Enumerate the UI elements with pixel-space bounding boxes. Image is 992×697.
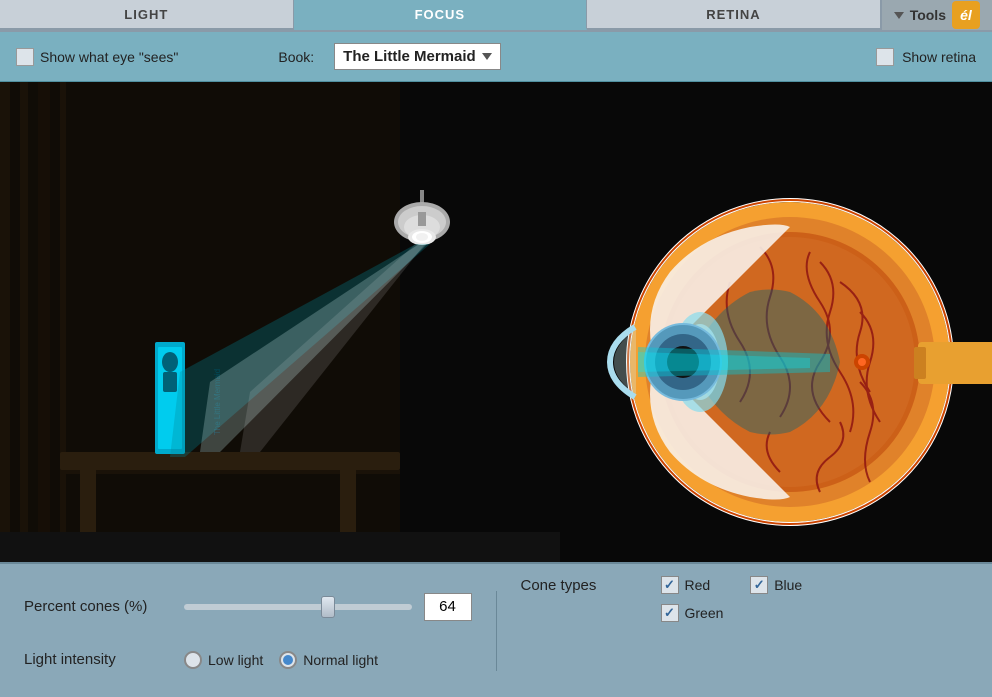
normal-light-radio-fill bbox=[283, 655, 293, 665]
book-value: The Little Mermaid bbox=[343, 48, 476, 65]
low-light-radio[interactable] bbox=[184, 651, 202, 669]
book-dropdown-arrow-icon bbox=[482, 53, 492, 60]
bottom-controls: Percent cones (%) 64 Light intensity bbox=[24, 576, 968, 685]
tools-dropdown-icon bbox=[894, 12, 904, 19]
percent-cones-slider-container bbox=[184, 597, 412, 617]
show-retina-text: Show retina bbox=[902, 49, 976, 65]
percent-cones-thumb[interactable] bbox=[321, 596, 335, 618]
normal-light-text: Normal light bbox=[303, 652, 378, 668]
left-controls: Percent cones (%) 64 Light intensity bbox=[24, 576, 472, 685]
tools-button[interactable]: Tools él bbox=[881, 0, 992, 30]
light-intensity-radio-group: Low light Normal light bbox=[184, 651, 378, 669]
show-eye-sees-text: Show what eye "sees" bbox=[40, 49, 178, 65]
red-cone-option[interactable]: ✓ Red bbox=[661, 576, 711, 594]
normal-light-option[interactable]: Normal light bbox=[279, 651, 378, 669]
green-cone-label: Green bbox=[685, 605, 724, 621]
show-eye-sees-checkbox[interactable] bbox=[16, 48, 34, 66]
book-label: Book: bbox=[278, 49, 314, 65]
green-cone-checkmark: ✓ bbox=[664, 605, 675, 621]
book-dropdown[interactable]: The Little Mermaid bbox=[334, 43, 501, 70]
bottom-panel: Percent cones (%) 64 Light intensity bbox=[0, 562, 992, 697]
tab-light-label: LIGHT bbox=[124, 7, 168, 22]
green-cone-checkbox[interactable]: ✓ bbox=[661, 604, 679, 622]
tab-retina-label: RETINA bbox=[706, 7, 760, 22]
light-intensity-label: Light intensity bbox=[24, 651, 184, 668]
blue-cone-option[interactable]: ✓ Blue bbox=[750, 576, 802, 594]
main-scene: The Little Mermaid bbox=[0, 82, 992, 562]
controls-bar: Show what eye "sees" Book: The Little Me… bbox=[0, 32, 992, 82]
blue-cone-checkmark: ✓ bbox=[754, 577, 765, 593]
right-panel: Cone types ✓ Red ✓ Blue bbox=[521, 576, 969, 685]
blue-cone-checkbox[interactable]: ✓ bbox=[750, 576, 768, 594]
cone-types-row: Cone types ✓ Red ✓ Blue bbox=[521, 576, 969, 594]
tab-light[interactable]: LIGHT bbox=[0, 0, 294, 30]
show-retina-label[interactable]: Show retina bbox=[876, 48, 976, 66]
percent-cones-value: 64 bbox=[424, 593, 472, 621]
tab-retina[interactable]: RETINA bbox=[587, 0, 881, 30]
percent-cones-track bbox=[184, 604, 412, 610]
percent-cones-row: Percent cones (%) 64 bbox=[24, 593, 472, 621]
tabs-bar: LIGHT FOCUS RETINA Tools él bbox=[0, 0, 992, 32]
tools-label: Tools bbox=[910, 7, 946, 23]
show-retina-checkbox[interactable] bbox=[876, 48, 894, 66]
blue-cone-label: Blue bbox=[774, 577, 802, 593]
scene-svg: The Little Mermaid bbox=[0, 82, 992, 562]
tools-brand-icon: él bbox=[952, 1, 980, 29]
percent-cones-label: Percent cones (%) bbox=[24, 598, 184, 615]
tab-focus[interactable]: FOCUS bbox=[294, 0, 588, 30]
show-eye-sees-label[interactable]: Show what eye "sees" bbox=[16, 48, 178, 66]
cone-types-label: Cone types bbox=[521, 577, 621, 594]
red-cone-label: Red bbox=[685, 577, 711, 593]
low-light-option[interactable]: Low light bbox=[184, 651, 263, 669]
low-light-text: Low light bbox=[208, 652, 263, 668]
light-intensity-row: Light intensity Low light Normal light bbox=[24, 651, 472, 669]
red-cone-checkmark: ✓ bbox=[664, 577, 675, 593]
tab-focus-label: FOCUS bbox=[415, 7, 466, 22]
panel-divider bbox=[496, 591, 497, 671]
green-cone-option[interactable]: ✓ Green bbox=[661, 604, 724, 622]
normal-light-radio[interactable] bbox=[279, 651, 297, 669]
percent-cones-number: 64 bbox=[439, 598, 456, 615]
green-cone-row: ✓ Green bbox=[521, 604, 969, 622]
red-cone-checkbox[interactable]: ✓ bbox=[661, 576, 679, 594]
